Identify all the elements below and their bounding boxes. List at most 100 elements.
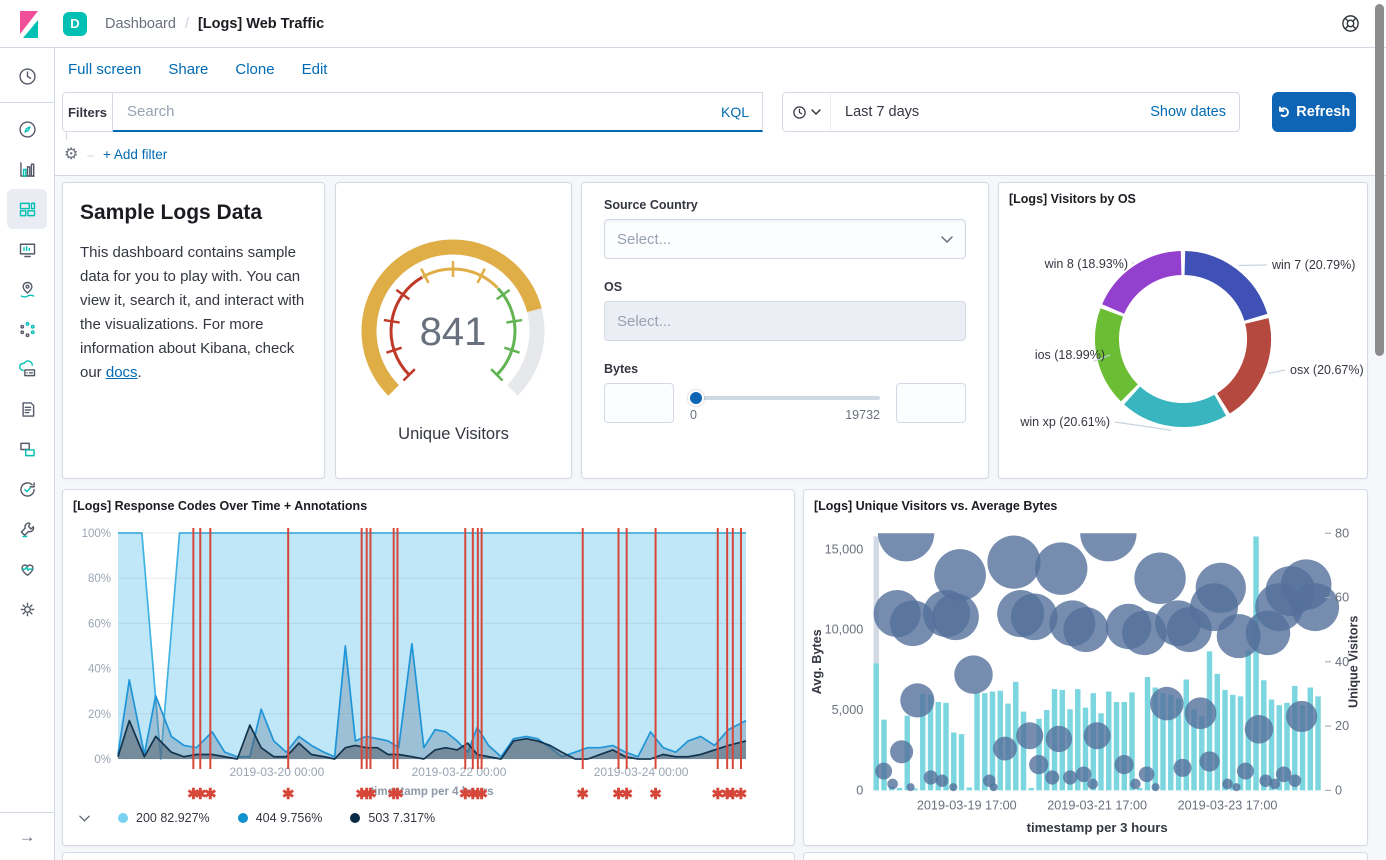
markdown-title: Sample Logs Data <box>80 201 307 225</box>
breadcrumb-dashboard[interactable]: Dashboard <box>105 16 176 32</box>
gauge-chart[interactable]: 841 <box>343 231 564 399</box>
sidebar-item-discover[interactable] <box>7 109 47 149</box>
svg-text:0: 0 <box>1335 783 1342 797</box>
scrollbar-thumb[interactable] <box>1375 4 1384 356</box>
refresh-button[interactable]: ↻ Refresh <box>1272 92 1356 132</box>
svg-text:2019-03-24 00:00: 2019-03-24 00:00 <box>594 765 689 779</box>
canvas-icon <box>17 239 38 260</box>
response-codes-chart[interactable]: 0%20%40%60%80%100%2019-03-20 00:002019-0… <box>63 515 794 807</box>
kibana-logo[interactable] <box>0 0 55 48</box>
sidebar-item-logs[interactable] <box>7 389 47 429</box>
dashboard-icon <box>17 199 38 220</box>
top-navigation-bar: D Dashboard / [Logs] Web Traffic <box>0 0 1386 48</box>
bytes-slider-track[interactable] <box>690 396 880 400</box>
sidebar-item-infrastructure[interactable] <box>7 349 47 389</box>
os-label: OS <box>604 280 966 294</box>
show-dates-button[interactable]: Show dates <box>1150 104 1239 120</box>
sidebar-item-dashboard[interactable] <box>7 189 47 229</box>
bytes-min-input[interactable] <box>604 383 674 423</box>
dashboard-menu-bar: Full screen Share Clone Edit <box>55 48 1386 90</box>
chevron-down-icon <box>811 109 821 115</box>
scrollbar-track <box>1372 0 1386 860</box>
slider-min-value: 0 <box>690 408 697 422</box>
svg-text:80%: 80% <box>88 573 111 585</box>
sidebar-item-visualize[interactable] <box>7 149 47 189</box>
svg-text:10,000: 10,000 <box>825 623 864 637</box>
sidebar-item-maps[interactable] <box>7 269 47 309</box>
legend-item-404[interactable]: 404 9.756% <box>238 811 323 825</box>
filter-bar: ⚙ – + Add filter <box>55 134 1386 176</box>
sidebar-item-machine-learning[interactable] <box>7 309 47 349</box>
apm-icon <box>17 439 38 460</box>
filters-button[interactable]: Filters <box>62 92 113 132</box>
svg-text:60%: 60% <box>88 618 111 630</box>
query-bar: Filters KQL Last 7 days Show dates ↻ Ref… <box>55 90 1386 134</box>
legend-item-200[interactable]: 200 82.927% <box>118 811 210 825</box>
svg-text:✱: ✱ <box>735 786 748 803</box>
sidebar-item-apm[interactable] <box>7 429 47 469</box>
sidebar-expand-button[interactable]: → <box>0 812 55 860</box>
sidebar-item-uptime[interactable] <box>7 469 47 509</box>
clock-icon <box>792 105 807 120</box>
svg-text:Unique Visitors: Unique Visitors <box>1346 616 1360 708</box>
panel-input-controls: Source Country Select... OS Select... <box>581 182 989 479</box>
svg-text:2019-03-23 17:00: 2019-03-23 17:00 <box>1178 799 1278 813</box>
filter-separator: – <box>87 148 94 162</box>
docs-link[interactable]: docs <box>106 364 138 381</box>
sidebar-item-dev-tools[interactable] <box>7 509 47 549</box>
svg-text:100%: 100% <box>82 528 111 540</box>
svg-text:2019-03-20 00:00: 2019-03-20 00:00 <box>230 765 325 779</box>
sidebar-item-canvas[interactable] <box>7 229 47 269</box>
svg-text:ios (18.99%): ios (18.99%) <box>1035 348 1105 362</box>
svg-text:timestamp per 3 hours: timestamp per 3 hours <box>1027 820 1168 835</box>
chevron-down-icon <box>941 236 953 243</box>
legend-collapse-button[interactable] <box>79 815 90 822</box>
source-country-select[interactable]: Select... <box>604 219 966 259</box>
legend-dot-200 <box>118 813 128 823</box>
svg-text:20: 20 <box>1335 719 1349 733</box>
search-input[interactable] <box>113 103 708 120</box>
bar-chart-icon <box>17 159 38 180</box>
add-filter-button[interactable]: + Add filter <box>103 147 167 162</box>
svg-text:win 7 (20.79%): win 7 (20.79%) <box>1271 258 1355 272</box>
visitors-vs-bytes-chart[interactable]: 05,00010,00015,0000204060802019-03-19 17… <box>804 515 1367 841</box>
os-select[interactable]: Select... <box>604 301 966 341</box>
svg-text:osx (20.67%): osx (20.67%) <box>1290 363 1364 377</box>
svg-text:win xp (20.61%): win xp (20.61%) <box>1019 415 1110 429</box>
sidebar-item-recently-viewed[interactable] <box>7 56 47 96</box>
full-screen-button[interactable]: Full screen <box>68 61 141 78</box>
help-icon[interactable] <box>1341 14 1360 33</box>
sidebar-item-management[interactable] <box>7 589 47 629</box>
panel-unique-visitors-gauge: 841 Unique Visitors <box>335 182 572 479</box>
svg-text:60: 60 <box>1335 591 1349 605</box>
uptime-icon <box>17 479 38 500</box>
compass-icon <box>17 119 38 140</box>
panel-response-codes: [Logs] Response Codes Over Time + Annota… <box>62 489 795 846</box>
svg-text:✱: ✱ <box>391 786 404 803</box>
visitors-by-os-donut-chart[interactable]: win 7 (20.79%) osx (20.67%) win xp (20.61%… <box>999 208 1367 470</box>
svg-text:✱: ✱ <box>576 786 589 803</box>
main-area: Full screen Share Clone Edit Filters KQL… <box>55 48 1386 860</box>
breadcrumb: Dashboard / [Logs] Web Traffic <box>105 16 324 32</box>
clone-button[interactable]: Clone <box>235 61 274 78</box>
svg-text:win 8 (18.93%): win 8 (18.93%) <box>1044 257 1128 271</box>
sidebar-item-monitoring[interactable] <box>7 549 47 589</box>
bytes-slider-handle[interactable] <box>688 390 704 406</box>
svg-text:5,000: 5,000 <box>832 703 864 717</box>
legend-dot-404 <box>238 813 248 823</box>
breadcrumb-separator: / <box>185 16 189 32</box>
chevron-down-icon <box>79 815 90 822</box>
search-box: KQL <box>113 92 763 132</box>
refresh-icon: ↻ <box>1275 106 1293 119</box>
edit-button[interactable]: Edit <box>302 61 328 78</box>
share-button[interactable]: Share <box>168 61 208 78</box>
next-panel-edge <box>62 852 795 860</box>
time-range-value[interactable]: Last 7 days <box>831 104 919 120</box>
bytes-max-input[interactable] <box>896 383 966 423</box>
kql-toggle[interactable]: KQL <box>708 104 762 120</box>
time-picker-quick-menu[interactable] <box>783 93 831 131</box>
space-avatar[interactable]: D <box>63 12 87 36</box>
filter-options-gear-icon[interactable]: ⚙ <box>64 147 78 163</box>
chart-legend: 200 82.927% 404 9.756% 503 7.317% <box>63 807 794 825</box>
legend-item-503[interactable]: 503 7.317% <box>350 811 435 825</box>
